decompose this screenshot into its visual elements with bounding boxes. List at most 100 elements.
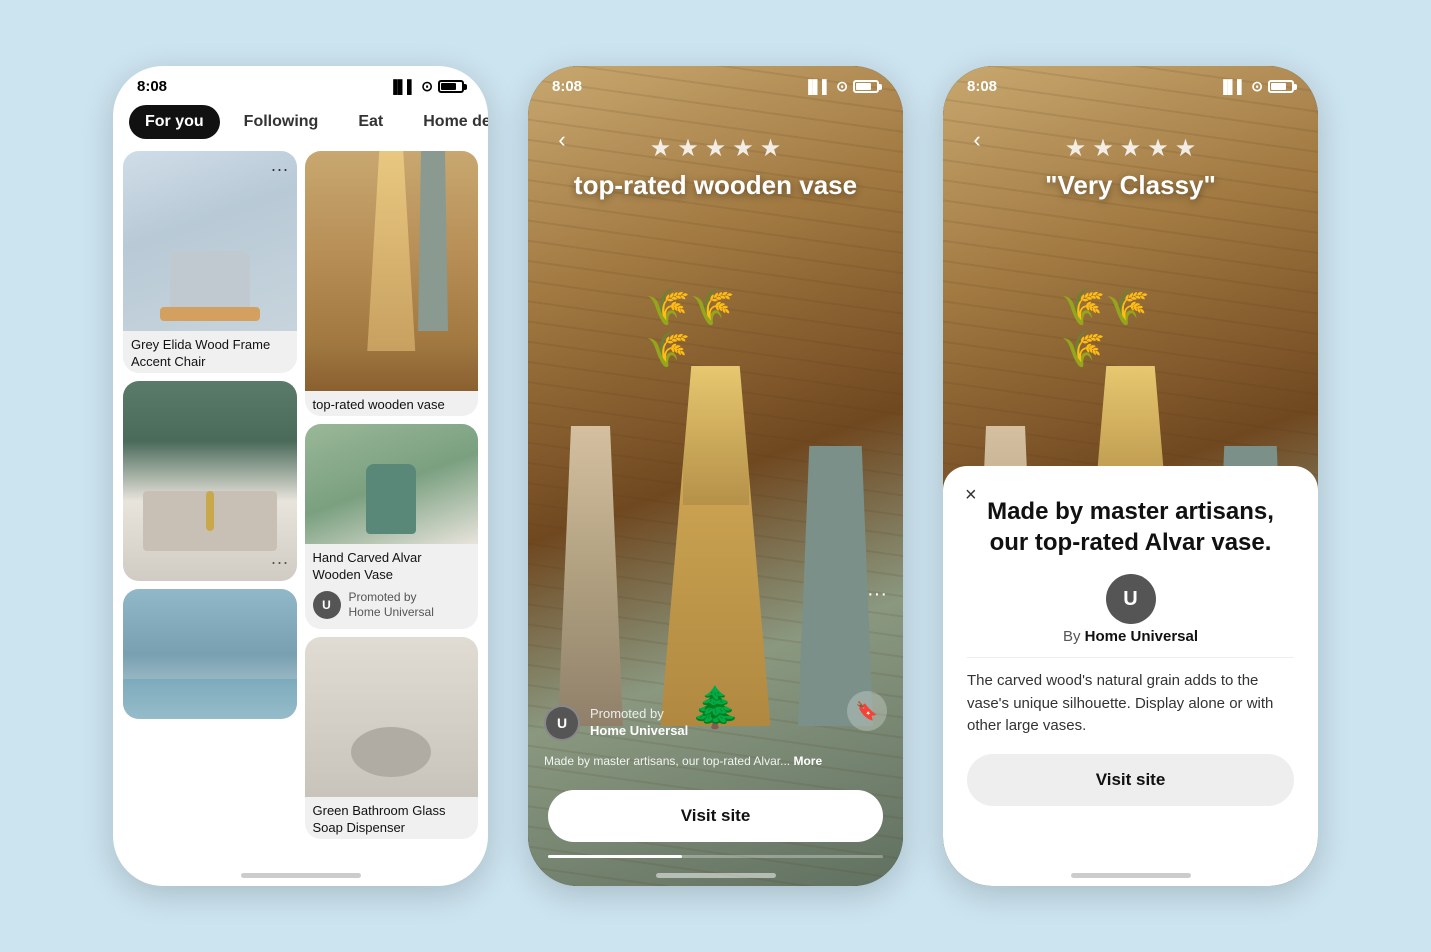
status-icons-1: ▐▌▌ ⊙ bbox=[389, 78, 464, 95]
popup-by-row: U By Home Universal bbox=[967, 574, 1294, 645]
card-sink-image bbox=[123, 381, 297, 581]
popup-headline: Made by master artisans, our top-rated A… bbox=[967, 496, 1294, 558]
stars-row-2: ★ ★ ★ ★ ★ bbox=[650, 134, 782, 163]
promo-label-2: Promoted by bbox=[590, 706, 688, 723]
star-4: ★ bbox=[732, 134, 754, 163]
description-text-2: Made by master artisans, our top-rated A… bbox=[544, 754, 887, 768]
detail-title-3: "Very Classy" bbox=[943, 170, 1318, 201]
star-3-4: ★ bbox=[1147, 134, 1169, 163]
card-alvar-promo: U Promoted by Home Universal bbox=[305, 586, 479, 629]
nav-following[interactable]: Following bbox=[228, 105, 335, 139]
phone-feed: 8:08 ▐▌▌ ⊙ For you Following Eat Home de… bbox=[113, 66, 488, 886]
popup-brand-avatar: U bbox=[1106, 574, 1156, 624]
star-3: ★ bbox=[705, 134, 727, 163]
phone-popup: 8:08 ▐▌▌ ⊙ ‹ ★ ★ ★ ★ ★ "Very Classy" × M… bbox=[943, 66, 1318, 886]
status-bar-1: 8:08 ▐▌▌ ⊙ bbox=[113, 66, 488, 101]
card-alvar-promoted-brand: Home Universal bbox=[349, 605, 434, 621]
star-3-1: ★ bbox=[1065, 134, 1087, 163]
wheat-decoration-3 bbox=[1071, 286, 1191, 406]
feed-col-0: ··· Grey Elida Wood Frame Accent Chair ·… bbox=[123, 151, 297, 851]
promo-text-2: Promoted by Home Universal bbox=[590, 706, 688, 740]
signal-icon-2: ▐▌▌ bbox=[804, 79, 832, 94]
popup-by-label: By bbox=[1063, 628, 1081, 645]
card-chair-more[interactable]: ··· bbox=[271, 159, 289, 180]
feed-nav: For you Following Eat Home decor bbox=[113, 101, 488, 151]
signal-icon: ▐▌▌ bbox=[389, 79, 417, 94]
star-3-2: ★ bbox=[1092, 134, 1114, 163]
battery-icon bbox=[438, 80, 464, 93]
wifi-icon: ⊙ bbox=[421, 78, 433, 95]
card-chair-title: Grey Elida Wood Frame Accent Chair bbox=[123, 331, 297, 373]
card-vase-title: top-rated wooden vase bbox=[305, 391, 479, 416]
status-icons-2: ▐▌▌ ⊙ bbox=[804, 78, 879, 95]
vase-right bbox=[798, 446, 873, 726]
promoted-footer-2: U Promoted by Home Universal bbox=[544, 705, 843, 741]
nav-home-decor[interactable]: Home decor bbox=[407, 105, 488, 139]
star-5: ★ bbox=[760, 134, 782, 163]
card-alvar-promoted-label: Promoted by bbox=[349, 590, 434, 606]
description-body: Made by master artisans, our top-rated A… bbox=[544, 754, 790, 768]
promo-brand-2: Home Universal bbox=[590, 723, 688, 740]
detail-title-2: top-rated wooden vase bbox=[528, 170, 903, 201]
card-alvar-image bbox=[305, 424, 479, 544]
feed-grid: ··· Grey Elida Wood Frame Accent Chair ·… bbox=[113, 151, 488, 851]
stars-row-3: ★ ★ ★ ★ ★ bbox=[1065, 134, 1197, 163]
back-button-2[interactable]: ‹ bbox=[544, 122, 580, 158]
promo-avatar-2: U bbox=[544, 705, 580, 741]
star-3-3: ★ bbox=[1120, 134, 1142, 163]
bookmark-button-2[interactable]: 🔖 bbox=[847, 691, 887, 731]
progress-bar-2 bbox=[548, 855, 883, 858]
card-alvar-title: Hand Carved Alvar Wooden Vase bbox=[305, 544, 479, 586]
popup-by-text: By Home Universal bbox=[1063, 628, 1198, 645]
nav-for-you[interactable]: For you bbox=[129, 105, 220, 139]
detail-screen: 🌲 8:08 ▐▌▌ ⊙ ‹ ★ ★ ★ ★ ★ top-rated woode… bbox=[528, 66, 903, 886]
card-alvar-promo-text: Promoted by Home Universal bbox=[349, 590, 434, 621]
progress-fill-2 bbox=[548, 855, 682, 858]
star-1: ★ bbox=[650, 134, 672, 163]
wifi-icon-2: ⊙ bbox=[836, 78, 848, 95]
card-bath-image bbox=[123, 589, 297, 719]
status-bar-3: 8:08 ▐▌▌ ⊙ bbox=[943, 66, 1318, 101]
card-sink-more[interactable]: ··· bbox=[271, 552, 289, 573]
card-vase-image bbox=[305, 151, 479, 391]
visit-site-btn-2[interactable]: Visit site bbox=[548, 790, 883, 842]
nav-eat[interactable]: Eat bbox=[342, 105, 399, 139]
card-alvar[interactable]: ··· Hand Carved Alvar Wooden Vase U Prom… bbox=[305, 424, 479, 629]
popup-close-btn[interactable]: × bbox=[965, 484, 977, 507]
card-chair[interactable]: ··· Grey Elida Wood Frame Accent Chair bbox=[123, 151, 297, 373]
time-3: 8:08 bbox=[967, 78, 997, 95]
card-bath[interactable] bbox=[123, 589, 297, 719]
status-bar-2: 8:08 ▐▌▌ ⊙ bbox=[528, 66, 903, 101]
more-link-2[interactable]: More bbox=[793, 754, 822, 768]
card-soap-image bbox=[305, 637, 479, 797]
card-sink[interactable]: ··· bbox=[123, 381, 297, 581]
card-soap-title: Green Bathroom Glass Soap Dispenser bbox=[305, 797, 479, 839]
more-dots-2[interactable]: ··· bbox=[867, 583, 887, 606]
signal-icon-3: ▐▌▌ bbox=[1219, 79, 1247, 94]
card-soap[interactable]: ··· Green Bathroom Glass Soap Dispenser bbox=[305, 637, 479, 839]
status-icons-3: ▐▌▌ ⊙ bbox=[1219, 78, 1294, 95]
time-1: 8:08 bbox=[137, 78, 167, 95]
back-button-3[interactable]: ‹ bbox=[959, 122, 995, 158]
wifi-icon-3: ⊙ bbox=[1251, 78, 1263, 95]
phone-detail: 🌲 8:08 ▐▌▌ ⊙ ‹ ★ ★ ★ ★ ★ top-rated woode… bbox=[528, 66, 903, 886]
popup-description: The carved wood's natural grain adds to … bbox=[967, 657, 1294, 738]
popup-screen: 8:08 ▐▌▌ ⊙ ‹ ★ ★ ★ ★ ★ "Very Classy" × M… bbox=[943, 66, 1318, 886]
star-3-5: ★ bbox=[1175, 134, 1197, 163]
promo-avatar-letter: U bbox=[557, 715, 567, 731]
wheat-decoration bbox=[656, 286, 776, 406]
time-2: 8:08 bbox=[552, 78, 582, 95]
star-2: ★ bbox=[677, 134, 699, 163]
popup-visit-btn[interactable]: Visit site bbox=[967, 754, 1294, 806]
home-indicator-1 bbox=[241, 873, 361, 878]
home-indicator-3 bbox=[1071, 873, 1191, 878]
card-vase[interactable]: ▣ 3 top-rated wooden vase bbox=[305, 151, 479, 416]
popup-avatar-letter: U bbox=[1123, 588, 1137, 611]
card-alvar-promo-avatar: U bbox=[313, 591, 341, 619]
popup-brand-name: Home Universal bbox=[1085, 628, 1198, 645]
popup-sheet: × Made by master artisans, our top-rated… bbox=[943, 466, 1318, 886]
battery-icon-3 bbox=[1268, 80, 1294, 93]
battery-icon-2 bbox=[853, 80, 879, 93]
feed-col-1: ▣ 3 top-rated wooden vase ··· Hand Carve… bbox=[305, 151, 479, 851]
home-indicator-2 bbox=[656, 873, 776, 878]
